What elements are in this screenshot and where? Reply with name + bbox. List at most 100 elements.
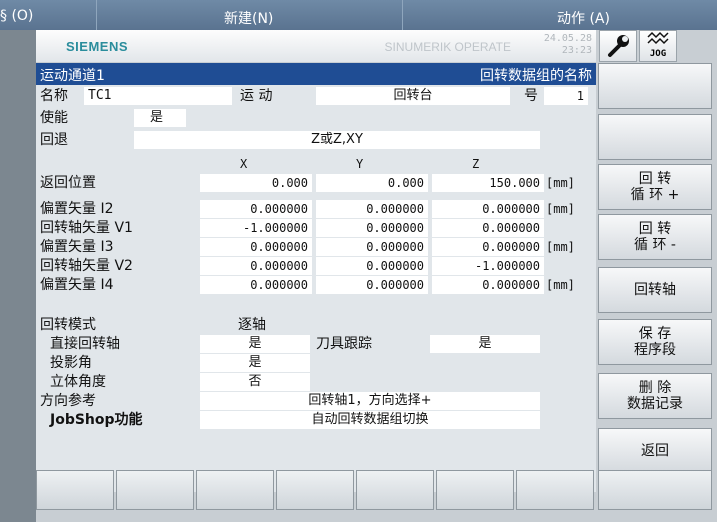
offset-i3-x[interactable]: 0.000000 bbox=[200, 238, 312, 256]
rotation-axis-button[interactable]: 回转轴 bbox=[598, 267, 712, 313]
softkey-h4[interactable] bbox=[276, 470, 354, 510]
number-field[interactable]: 1 bbox=[544, 87, 588, 105]
softkey-h3[interactable] bbox=[196, 470, 274, 510]
menu-left[interactable]: § (O) bbox=[0, 8, 33, 24]
date-time: 24.05.28 23:23 bbox=[544, 33, 592, 57]
axis-v2-label: 回转轴矢量 V2 bbox=[40, 258, 133, 274]
axis-v1-label: 回转轴矢量 V1 bbox=[40, 220, 133, 236]
column-z-header: Z bbox=[472, 157, 480, 171]
direct-axis-label: 直接回转轴 bbox=[50, 336, 120, 352]
save-block-line2: 程序段 bbox=[634, 342, 676, 358]
menu-action[interactable]: 动作 (A) bbox=[557, 8, 610, 28]
save-block-line1: 保 存 bbox=[638, 326, 672, 342]
hmi-screen: SIEMENS SINUMERIK OPERATE 24.05.28 23:23… bbox=[36, 30, 717, 522]
direction-reference-field[interactable]: 回转轴1，方向选择+ bbox=[200, 392, 540, 410]
offset-i2-x[interactable]: 0.000000 bbox=[200, 200, 312, 218]
motion-field[interactable]: 回转台 bbox=[316, 87, 510, 105]
axis-v2-y[interactable]: 0.000000 bbox=[316, 257, 428, 275]
time-text: 23:23 bbox=[561, 45, 592, 56]
offset-i2-label: 偏置矢量 I2 bbox=[40, 201, 114, 217]
delete-record-button[interactable]: 删 除 数据记录 bbox=[598, 373, 712, 419]
return-position-unit: [mm] bbox=[546, 176, 575, 190]
rotation-cycle-minus-button[interactable]: 回 转 循 环 - bbox=[598, 214, 712, 260]
motion-label: 运 动 bbox=[240, 88, 273, 104]
delete-record-line2: 数据记录 bbox=[627, 396, 683, 412]
retract-field[interactable]: Z或Z,XY bbox=[134, 131, 540, 149]
softkey-h8[interactable] bbox=[598, 470, 712, 510]
rotation-cycle-minus-line2: 循 环 - bbox=[634, 237, 676, 253]
rotation-cycle-plus-line1: 回 转 bbox=[638, 171, 672, 187]
channel-title: 运动通道1 bbox=[40, 68, 105, 84]
delete-record-line1: 删 除 bbox=[638, 380, 672, 396]
brand-logo: SIEMENS bbox=[66, 39, 129, 54]
axis-v1-y[interactable]: 0.000000 bbox=[316, 219, 428, 237]
swivel-mode-label: 回转模式 bbox=[40, 317, 96, 333]
back-button[interactable]: 返回 bbox=[598, 428, 712, 474]
return-position-x[interactable]: 0.000 bbox=[200, 174, 312, 192]
axis-v2-x[interactable]: 0.000000 bbox=[200, 257, 312, 275]
product-name: SINUMERIK OPERATE bbox=[384, 40, 511, 54]
return-position-y[interactable]: 0.000 bbox=[316, 174, 428, 192]
jobshop-field[interactable]: 自动回转数据组切换 bbox=[200, 411, 540, 429]
offset-i3-unit: [mm] bbox=[546, 240, 575, 254]
softkey-h5[interactable] bbox=[356, 470, 434, 510]
swivel-data-dialog: 运动通道1 回转数据组的名称 名称 TC1 运 动 回转台 号 1 使能 是 回… bbox=[36, 63, 596, 499]
tool-tracking-field[interactable]: 是 bbox=[430, 335, 540, 353]
axis-v1-x[interactable]: -1.000000 bbox=[200, 219, 312, 237]
rotation-cycle-plus-line2: 循 环 + bbox=[630, 187, 680, 203]
offset-i4-unit: [mm] bbox=[546, 278, 575, 292]
dataset-name-title: 回转数据组的名称 bbox=[480, 68, 592, 84]
dialog-title-bar: 运动通道1 回转数据组的名称 bbox=[36, 63, 596, 85]
direct-axis-field[interactable]: 是 bbox=[200, 335, 310, 353]
retract-label: 回退 bbox=[40, 132, 68, 148]
offset-i2-unit: [mm] bbox=[546, 202, 575, 216]
menu-separator bbox=[402, 0, 403, 30]
return-position-z[interactable]: 150.000 bbox=[432, 174, 544, 192]
return-position-label: 返回位置 bbox=[40, 175, 96, 191]
offset-i4-y[interactable]: 0.000000 bbox=[316, 276, 428, 294]
softkey-v2-empty[interactable] bbox=[598, 114, 712, 160]
offset-i3-y[interactable]: 0.000000 bbox=[316, 238, 428, 256]
jobshop-label: JobShop功能 bbox=[50, 412, 143, 428]
menu-separator bbox=[96, 0, 97, 30]
swivel-mode-value[interactable]: 逐轴 bbox=[238, 316, 266, 334]
solid-angle-field[interactable]: 否 bbox=[200, 373, 310, 391]
save-block-button[interactable]: 保 存 程序段 bbox=[598, 319, 712, 365]
offset-i2-z[interactable]: 0.000000 bbox=[432, 200, 544, 218]
number-label: 号 bbox=[524, 88, 538, 104]
wrench-icon[interactable] bbox=[599, 30, 637, 62]
jog-mode-icon[interactable]: JOG bbox=[639, 30, 677, 62]
axis-v1-z[interactable]: 0.000000 bbox=[432, 219, 544, 237]
direction-reference-label: 方向参考 bbox=[40, 393, 96, 409]
name-field[interactable]: TC1 bbox=[84, 87, 232, 105]
offset-i4-label: 偏置矢量 I4 bbox=[40, 277, 114, 293]
axis-v2-z[interactable]: -1.000000 bbox=[432, 257, 544, 275]
softkey-h6[interactable] bbox=[436, 470, 514, 510]
name-label: 名称 bbox=[40, 88, 68, 104]
offset-i3-label: 偏置矢量 I3 bbox=[40, 239, 114, 255]
menu-new[interactable]: 新建(N) bbox=[224, 8, 273, 28]
date-text: 24.05.28 bbox=[543, 33, 592, 44]
rotation-cycle-plus-button[interactable]: 回 转 循 环 + bbox=[598, 164, 712, 210]
offset-i3-z[interactable]: 0.000000 bbox=[432, 238, 544, 256]
tool-tracking-label: 刀具跟踪 bbox=[316, 336, 372, 352]
offset-i4-z[interactable]: 0.000000 bbox=[432, 276, 544, 294]
rotation-axis-label: 回转轴 bbox=[634, 282, 676, 298]
jog-label: JOG bbox=[649, 49, 667, 59]
column-y-header: Y bbox=[356, 157, 364, 171]
rotation-cycle-minus-line1: 回 转 bbox=[638, 221, 672, 237]
column-x-header: X bbox=[240, 157, 248, 171]
back-label: 返回 bbox=[641, 443, 669, 459]
offset-i4-x[interactable]: 0.000000 bbox=[200, 276, 312, 294]
softkey-h1[interactable] bbox=[36, 470, 114, 510]
softkey-v1-empty[interactable] bbox=[598, 63, 712, 109]
enable-label: 使能 bbox=[40, 110, 68, 126]
softkey-h2[interactable] bbox=[116, 470, 194, 510]
solid-angle-label: 立体角度 bbox=[50, 374, 106, 390]
projection-angle-field[interactable]: 是 bbox=[200, 354, 310, 372]
softkey-h7[interactable] bbox=[516, 470, 594, 510]
projection-angle-label: 投影角 bbox=[50, 355, 92, 371]
offset-i2-y[interactable]: 0.000000 bbox=[316, 200, 428, 218]
header-bar: SIEMENS SINUMERIK OPERATE 24.05.28 23:23 bbox=[36, 30, 596, 62]
enable-field[interactable]: 是 bbox=[134, 109, 186, 127]
